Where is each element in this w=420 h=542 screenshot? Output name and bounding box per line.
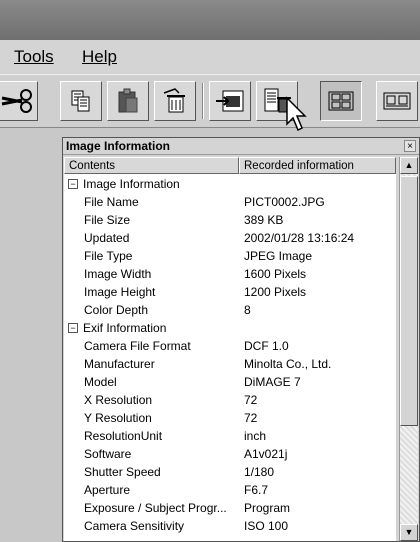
menu-tools[interactable]: Tools <box>14 47 54 67</box>
table-row[interactable]: Manufacturer Minolta Co., Ltd. <box>64 355 396 373</box>
row-value: ISO 100 <box>244 519 289 533</box>
table-row[interactable]: Camera Sensitivity ISO 100 <box>64 517 396 535</box>
column-header-recorded-information[interactable]: Recorded information <box>239 157 396 174</box>
row-value: 389 KB <box>244 213 284 227</box>
row-value: DCF 1.0 <box>244 339 289 353</box>
row-label: Software <box>84 447 132 461</box>
table-row[interactable]: Image Height 1200 Pixels <box>64 283 396 301</box>
row-value: 1600 Pixels <box>244 267 307 281</box>
menu-tools-label: Tools <box>14 47 54 66</box>
toolbar <box>0 74 420 128</box>
panel-title-text: Image Information <box>66 139 171 153</box>
row-value: JPEG Image <box>244 249 313 263</box>
row-value: 8 <box>244 303 251 317</box>
row-value: inch <box>244 429 267 443</box>
row-value: DiMAGE 7 <box>244 375 301 389</box>
row-label: Color Depth <box>84 303 149 317</box>
move-to-folder-icon <box>216 90 244 112</box>
table-row[interactable]: File Size 389 KB <box>64 211 396 229</box>
toolbar-separator <box>202 83 204 119</box>
thumbnail-view-button[interactable] <box>320 81 362 121</box>
table-row[interactable]: Model DiMAGE 7 <box>64 373 396 391</box>
table-row[interactable]: Aperture F6.7 <box>64 481 396 499</box>
image-information-panel: Image Information × Contents Recorded in… <box>62 137 420 542</box>
copy-button[interactable] <box>60 81 102 121</box>
row-label: File Size <box>84 213 131 227</box>
row-label: Exposure / Subject Progr... <box>84 501 227 515</box>
menu-help[interactable]: Help <box>82 47 117 67</box>
row-label: Shutter Speed <box>84 465 161 479</box>
row-value: A1v021j <box>244 447 288 461</box>
detail-view-icon <box>383 92 411 110</box>
thumbnail-view-icon <box>328 91 354 111</box>
move-button[interactable] <box>209 81 251 121</box>
row-value: F6.7 <box>244 483 269 497</box>
menu-bar: r Tools Help <box>0 40 420 74</box>
row-label: Camera File Format <box>84 339 191 353</box>
paste-button[interactable] <box>107 81 149 121</box>
delete-trash-icon <box>163 88 185 113</box>
row-label: Y Resolution <box>84 411 152 425</box>
table-row[interactable]: Y Resolution 72 <box>64 409 396 427</box>
paste-icon <box>118 88 138 113</box>
table-row[interactable]: ResolutionUnit inch <box>64 427 396 445</box>
row-value: 1/180 <box>244 465 275 479</box>
window-titlebar <box>0 0 420 40</box>
row-value: Minolta Co., Ltd. <box>244 357 332 371</box>
table-row[interactable]: Updated 2002/01/28 13:16:24 <box>64 229 396 247</box>
row-label: Image Width <box>84 267 152 281</box>
row-label: File Name <box>84 195 139 209</box>
copy-icon <box>71 90 90 112</box>
table-row[interactable]: Shutter Speed 1/180 <box>64 463 396 481</box>
row-label: Exif Information <box>83 321 167 335</box>
column-header-contents[interactable]: Contents <box>64 157 239 174</box>
menu-help-label: Help <box>82 47 117 66</box>
section-row[interactable]: − Image Information <box>64 175 396 193</box>
row-label: Camera Sensitivity <box>84 519 185 533</box>
scroll-up-button[interactable]: ▲ <box>400 157 418 174</box>
delete-button[interactable] <box>154 81 196 121</box>
table-row[interactable]: Exposure / Subject Progr... Program <box>64 499 396 517</box>
panel-title: Image Information × <box>63 138 419 155</box>
vertical-scrollbar[interactable]: ▲ ▼ <box>399 157 418 541</box>
row-label: Manufacturer <box>84 357 155 371</box>
row-label: Updated <box>84 231 130 245</box>
row-label: Image Height <box>84 285 156 299</box>
row-value: PICT0002.JPG <box>244 195 325 209</box>
row-label: Image Information <box>83 177 180 191</box>
collapse-toggle-icon[interactable]: − <box>68 323 78 333</box>
table-row[interactable]: Software A1v021j <box>64 445 396 463</box>
info-list: Contents Recorded information − Image Inf… <box>64 157 396 541</box>
table-row[interactable]: X Resolution 72 <box>64 391 396 409</box>
row-value: 72 <box>244 411 258 425</box>
row-label: X Resolution <box>84 393 153 407</box>
row-label: File Type <box>84 249 133 263</box>
row-label: Model <box>84 375 117 389</box>
row-value: Program <box>244 501 291 515</box>
table-row[interactable]: File Type JPEG Image <box>64 247 396 265</box>
detail-view-button[interactable] <box>376 81 418 121</box>
row-value: 72 <box>244 393 258 407</box>
row-label: Aperture <box>84 483 131 497</box>
cut-button[interactable] <box>0 81 38 121</box>
scissors-icon <box>1 89 32 113</box>
section-row[interactable]: − Exif Information <box>64 319 396 337</box>
row-label: ResolutionUnit <box>84 429 163 443</box>
collapse-toggle-icon[interactable]: − <box>68 179 78 189</box>
table-row[interactable]: File Name PICT0002.JPG <box>64 193 396 211</box>
row-value: 2002/01/28 13:16:24 <box>244 231 355 245</box>
mouse-pointer-icon <box>286 96 307 132</box>
scroll-down-button[interactable]: ▼ <box>400 524 418 541</box>
scrollbar-thumb[interactable] <box>400 176 418 426</box>
close-icon[interactable]: × <box>404 140 416 152</box>
table-row[interactable]: Color Depth 8 <box>64 301 396 319</box>
row-value: 1200 Pixels <box>244 285 307 299</box>
table-row[interactable]: Camera File Format DCF 1.0 <box>64 337 396 355</box>
table-row[interactable]: Image Width 1600 Pixels <box>64 265 396 283</box>
